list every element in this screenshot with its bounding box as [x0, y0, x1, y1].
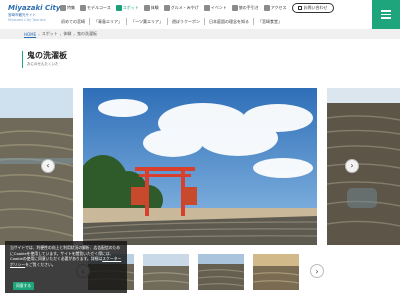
slide-image-prev[interactable] [0, 88, 73, 245]
thumbnail-next-button[interactable]: › [310, 264, 324, 278]
cookie-notice-text: 当サイトでは、利便性の向上と利用状況の解析、広告配信のためにCookieを使用し… [10, 245, 122, 267]
logo-en-text: Miyazaki City Tourism [8, 18, 46, 22]
chevron-left-icon: ‹ [46, 161, 50, 170]
gourmet-icon [163, 5, 170, 11]
thumbnail-image[interactable] [143, 254, 189, 290]
util-item-7[interactable]: アクセス [263, 5, 287, 11]
spot-icon [115, 5, 122, 11]
photo-slider [0, 88, 400, 245]
mail-icon [297, 6, 302, 10]
page-title-block: 鬼の洗濯板 おにのせんたくいた [22, 51, 67, 68]
nav-item-1[interactable]: 「青島エリア」 [89, 18, 126, 25]
nav-item-2[interactable]: 「一ツ葉エリア」 [126, 18, 167, 25]
breadcrumb-item-current: 鬼の洗濯板 [76, 31, 97, 36]
site-logo[interactable]: Miyazaki City 宮崎市観光サイト Miyazaki City Tou… [8, 4, 60, 26]
util-item-1[interactable]: モデルコース [80, 5, 111, 11]
utility-menu: 特集 モデルコース スポット 体験 グルメ・みやげ イベント 旅の手引き アクセス お問い合わせ [60, 3, 334, 13]
breadcrumb-separator: › [73, 31, 75, 37]
util-item-6[interactable]: 旅の手引き [231, 5, 259, 11]
util-item-label: 特集 [67, 5, 75, 10]
guide-icon [231, 5, 238, 11]
util-item-label: 旅の手引き [238, 5, 259, 10]
slider-prev-button[interactable]: ‹ [41, 159, 55, 173]
breadcrumb-separator: › [38, 31, 40, 37]
util-item-label: スポット [122, 5, 139, 10]
cookie-text-tail: をご覧ください。 [25, 261, 56, 267]
util-item-label: アクセス [270, 5, 287, 10]
util-item-2[interactable]: スポット [115, 5, 139, 11]
cookie-notice: 当サイトでは、利便性の向上と利用状況の解析、広告配信のためにCookieを使用し… [5, 241, 127, 293]
nav-item-5[interactable]: 「宮崎食堂」 [253, 18, 286, 25]
event-icon [203, 5, 210, 11]
util-item-label: イベント [210, 5, 227, 10]
util-item-label: 体験 [150, 5, 159, 10]
page-title-reading: おにのせんたくいた [27, 62, 59, 66]
util-item-label: グルメ・みやげ [170, 5, 199, 10]
chevron-right-icon: › [315, 266, 319, 276]
menu-bar-icon [381, 13, 391, 16]
util-item-3[interactable]: 体験 [143, 5, 159, 11]
route-icon [80, 5, 86, 11]
global-nav: 初めての宮崎 「青島エリア」 「一ツ葉エリア」 遊ぼうクーポン 日本庭園の理念を知る 「宮… [57, 16, 286, 27]
experience-icon [143, 5, 150, 11]
slide-image-aoshima-shrine[interactable] [83, 88, 317, 245]
nav-item-0[interactable]: 初めての宮崎 [57, 18, 89, 25]
contact-label: お問い合わせ [303, 5, 328, 10]
util-item-4[interactable]: グルメ・みやげ [163, 5, 199, 11]
menu-bar-icon [381, 17, 391, 19]
nav-item-4[interactable]: 日本庭園の理念を知る [204, 18, 253, 25]
util-item-label: モデルコース [87, 5, 111, 10]
util-item-5[interactable]: イベント [203, 5, 227, 11]
slider-next-button[interactable]: › [345, 159, 359, 173]
page-title: 鬼の洗濯板 [27, 51, 67, 60]
site-header: Miyazaki City 宮崎市観光サイト Miyazaki City Tou… [0, 0, 400, 29]
star-icon [60, 5, 66, 11]
breadcrumb-home-link[interactable]: HOME [24, 32, 36, 37]
chevron-right-icon: › [350, 161, 354, 170]
breadcrumb-separator: › [59, 31, 62, 37]
breadcrumb-item-spot[interactable]: スポット [42, 31, 58, 37]
access-icon [263, 5, 270, 11]
thumbnail-image[interactable] [253, 254, 299, 290]
hamburger-menu-button[interactable] [372, 0, 400, 29]
logo-main-text: Miyazaki City [8, 4, 61, 12]
menu-bar-icon [381, 10, 391, 12]
contact-button[interactable]: お問い合わせ [291, 3, 334, 13]
cookie-accept-button[interactable]: 同意する [13, 282, 35, 290]
nav-item-3[interactable]: 遊ぼうクーポン [167, 18, 204, 25]
slide-image-next[interactable] [327, 88, 400, 245]
breadcrumb-item-experience[interactable]: 体験 [63, 31, 71, 37]
breadcrumb: HOME › スポット › 体験 › 鬼の洗濯板 [0, 29, 400, 39]
thumbnail-image[interactable] [198, 254, 244, 290]
util-item-0[interactable]: 特集 [60, 5, 75, 11]
